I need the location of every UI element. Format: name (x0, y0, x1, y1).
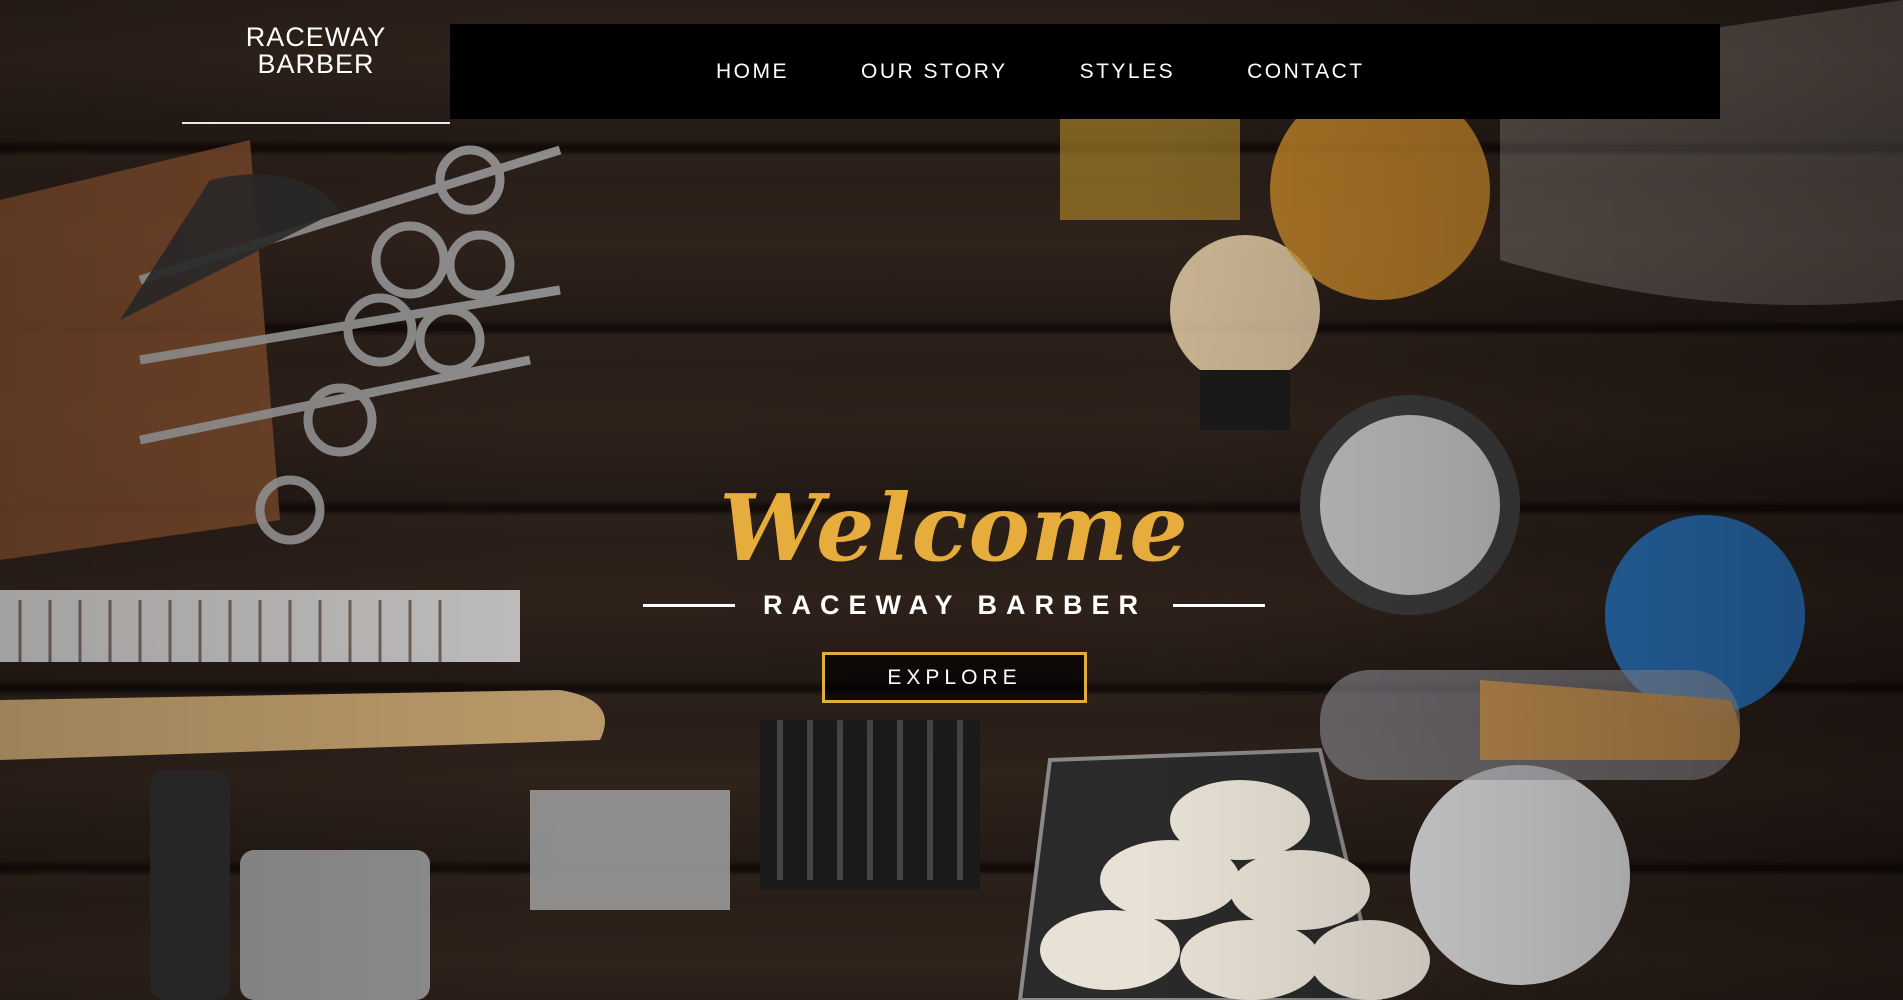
hero-title: Welcome (719, 474, 1189, 582)
comb-shape (0, 590, 520, 662)
hero-subtitle: RACEWAY BARBER (762, 589, 1148, 620)
nav-item-styles[interactable]: STYLES (1080, 60, 1176, 84)
scissors-shapes (138, 145, 562, 545)
brand-logo[interactable]: RACEWAY BARBER (182, 0, 450, 124)
main-navigation: HOME OUR STORY STYLES CONTACT (450, 24, 1720, 119)
right-divider (1173, 603, 1266, 607)
nav-item-contact[interactable]: CONTACT (1247, 60, 1364, 84)
brand-name-line-1: RACEWAY (245, 22, 387, 52)
explore-button[interactable]: EXPLORE (822, 652, 1087, 703)
brand-name-line-2: BARBER (257, 49, 375, 79)
nav-item-home[interactable]: HOME (716, 60, 789, 84)
hero-subtitle-row: RACEWAY BARBER (600, 588, 1308, 622)
left-divider (642, 603, 735, 607)
nav-item-our-story[interactable]: OUR STORY (861, 60, 1008, 84)
leather-holder-shape (0, 140, 280, 560)
razor-shape (0, 690, 605, 760)
